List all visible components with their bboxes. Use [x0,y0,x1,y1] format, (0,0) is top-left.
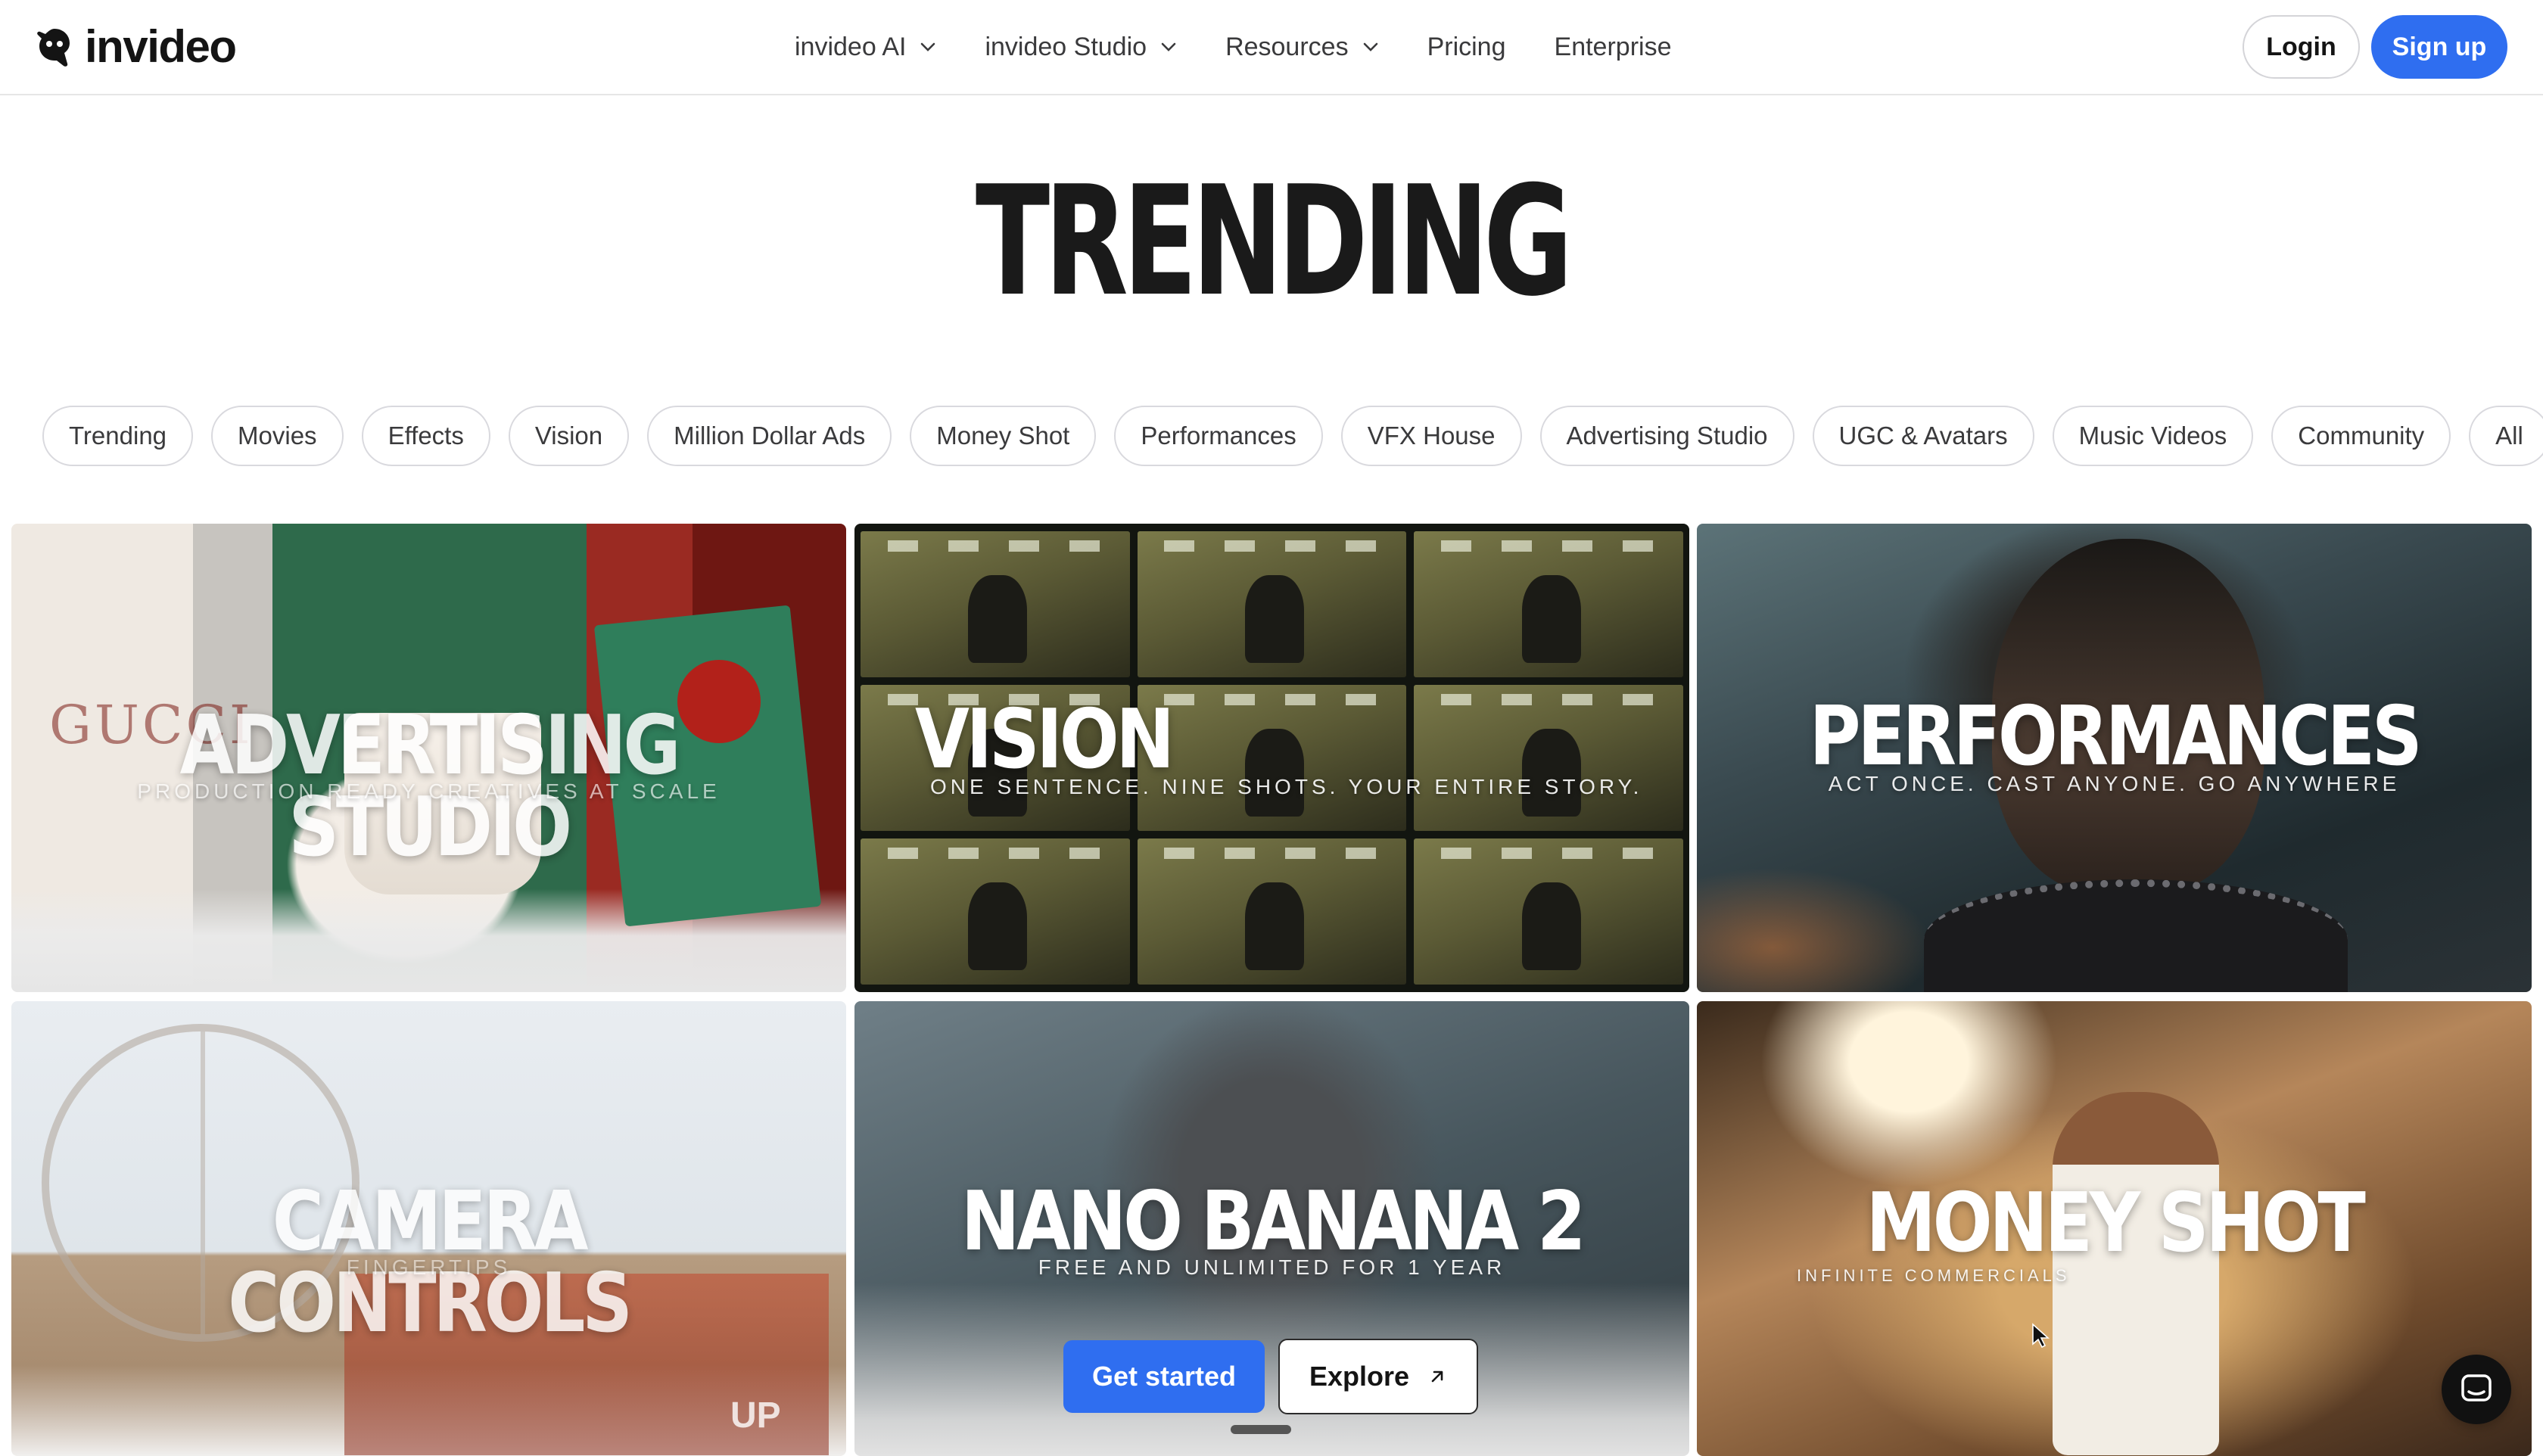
card-thumbnail-art [1924,879,2348,992]
nav-label: Enterprise [1554,32,1672,61]
chip-music-videos[interactable]: Music Videos [2052,406,2254,466]
shot-frame [861,531,1130,677]
chip-movies[interactable]: Movies [211,406,344,466]
chip-trending[interactable]: Trending [42,406,194,466]
chip-all[interactable]: All [2469,406,2543,466]
shot-frame [1414,685,1683,831]
get-started-button[interactable]: Get started [1063,1340,1265,1413]
nav-label: invideo Studio [985,32,1147,61]
chip-community[interactable]: Community [2271,406,2451,466]
card-title: NANO BANANA 2 [960,1174,1586,1269]
card-subtitle: ACT ONCE. CAST ANYONE. GO ANYWHERE [1828,772,2401,795]
nav-label: Pricing [1427,32,1506,61]
nav-label: invideo AI [795,32,907,61]
chip-vfx-house[interactable]: VFX House [1340,406,1522,466]
nav-pricing[interactable]: Pricing [1427,33,1506,62]
chip-performances[interactable]: Performances [1114,406,1323,466]
shot-frame [1137,531,1407,677]
category-filter-chips: Trending Movies Effects Vision Million D… [42,406,2543,466]
chevron-down-icon [921,42,935,51]
logo-text: invideo [85,21,237,72]
explore-button[interactable]: Explore [1278,1339,1478,1414]
chip-effects[interactable]: Effects [361,406,490,466]
nav-invideo-ai[interactable]: invideo AI [795,33,936,62]
top-navbar: invideo invideo AI invideo Studio Resour… [0,0,2543,95]
card-title: PERFORMANCES [1809,689,2423,784]
login-button[interactable]: Login [2243,15,2360,79]
chip-ugc-avatars[interactable]: UGC & Avatars [1812,406,2034,466]
card-money-shot[interactable]: MONEY SHOT INFINITE COMMERCIALS [1697,1001,2532,1456]
card-title: VISION [915,692,1175,787]
shot-frame [1414,531,1683,677]
chat-launcher-button[interactable] [2442,1355,2511,1424]
invideo-logo-icon [37,29,70,67]
chevron-down-icon [1161,42,1176,51]
explore-label: Explore [1309,1361,1410,1392]
mouse-cursor-icon [2032,1323,2050,1349]
chevron-down-icon [1363,42,1377,51]
nav-enterprise[interactable]: Enterprise [1555,33,1672,62]
shot-frame [861,838,1130,985]
card-subtitle: INFINITE COMMERCIALS [1797,1266,2071,1285]
card-camera-controls[interactable]: CAMERA CONTROLS FINGERTIPS UP [11,1001,846,1456]
card-subtitle: PRODUCTION READY CREATIVES AT SCALE [137,779,721,803]
nav-invideo-studio[interactable]: invideo Studio [985,33,1177,62]
card-thumbnail-art [2053,1092,2219,1455]
card-subtitle: FREE AND UNLIMITED FOR 1 YEAR [1038,1255,1506,1279]
chip-advertising-studio[interactable]: Advertising Studio [1539,406,1794,466]
chip-money-shot[interactable]: Money Shot [910,406,1097,466]
card-vision[interactable]: VISION ONE SENTENCE. NINE SHOTS. YOUR EN… [854,524,1689,992]
card-advertising-studio[interactable]: GUCCI ADVERTISING STUDIO PRODUCTION READ… [11,524,846,992]
arrow-up-right-icon [1431,1370,1443,1383]
card-performances[interactable]: PERFORMANCES ACT ONCE. CAST ANYONE. GO A… [1697,524,2532,992]
card-title: MONEY SHOT [1866,1176,2365,1271]
scroll-indicator [1231,1425,1291,1434]
nav-label: Resources [1225,32,1349,61]
card-subtitle: FINGERTIPS [346,1255,512,1279]
card-subtitle: ONE SENTENCE. NINE SHOTS. YOUR ENTIRE ST… [930,775,1643,798]
card-nano-banana[interactable]: NANO BANANA 2 FREE AND UNLIMITED FOR 1 Y… [854,1001,1689,1456]
shot-frame [1137,838,1407,985]
shot-frame [1414,838,1683,985]
chip-vision[interactable]: Vision [508,406,630,466]
shot-frame [1137,685,1407,831]
nav-resources[interactable]: Resources [1225,33,1379,62]
chip-million-dollar-ads[interactable]: Million Dollar Ads [647,406,892,466]
invideo-logo[interactable]: invideo [35,21,237,72]
main-nav: invideo AI invideo Studio Resources Pric… [795,23,1671,71]
chat-icon [2461,1374,2492,1402]
page-title: TRENDING [975,154,1573,330]
card-corner-text: UP [730,1395,781,1436]
signup-button[interactable]: Sign up [2371,15,2507,79]
